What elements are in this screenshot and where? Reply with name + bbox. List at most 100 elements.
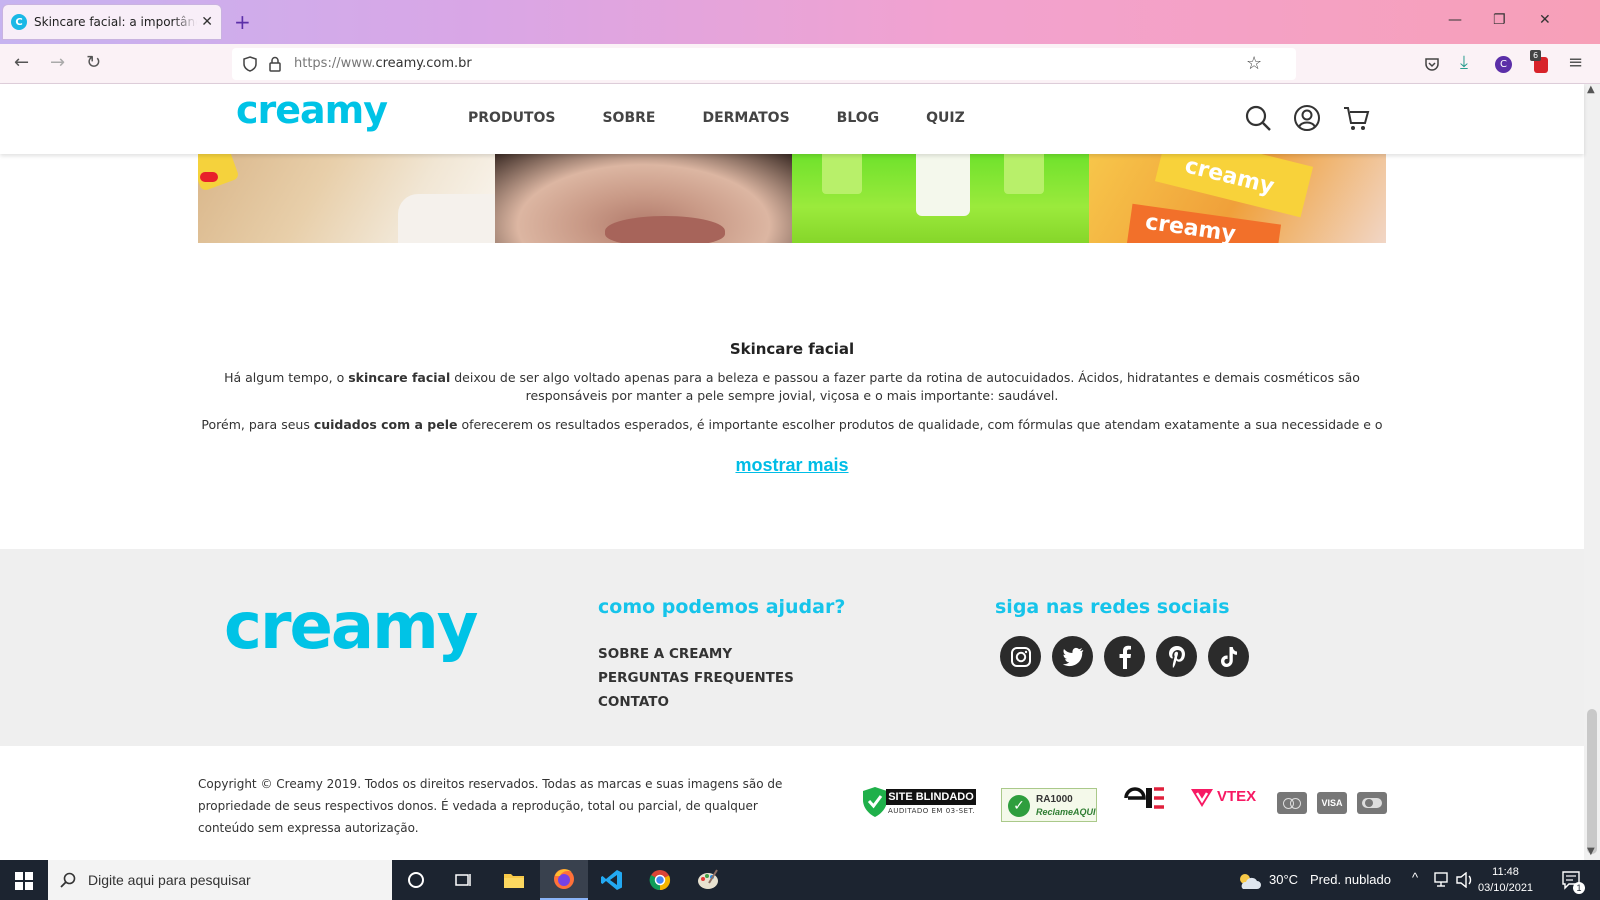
banner-image-lips[interactable] <box>495 154 792 243</box>
clock-date: 03/10/2021 <box>1478 882 1534 894</box>
paint-taskbar-icon[interactable] <box>684 860 732 900</box>
weather-cloud-icon[interactable] <box>1237 872 1261 890</box>
ra1000-seal[interactable]: ✓ RA1000 ReclameAQUI <box>1001 788 1097 822</box>
shield-icon <box>243 56 257 72</box>
banner-image-products[interactable]: creamy creamy <box>1089 154 1386 243</box>
system-clock[interactable]: 11:48 03/10/2021 <box>1478 864 1533 896</box>
volume-icon[interactable] <box>1456 872 1474 888</box>
pocket-icon[interactable] <box>1424 56 1440 72</box>
twitter-icon[interactable] <box>1052 636 1093 677</box>
chrome-taskbar-icon[interactable] <box>636 860 684 900</box>
vtex-text: VTEX <box>1217 788 1257 805</box>
lock-icon <box>269 56 281 72</box>
chevron-up-icon[interactable]: ^ <box>1412 870 1418 885</box>
firefox-taskbar-icon[interactable] <box>540 860 588 900</box>
page-scrollbar[interactable]: ▲ ▼ <box>1584 84 1600 860</box>
menu-item-produtos[interactable]: PRODUTOS <box>468 110 555 126</box>
file-explorer-icon[interactable] <box>490 860 538 900</box>
menu-item-blog[interactable]: BLOG <box>837 110 880 126</box>
weather-text[interactable]: Pred. nublado <box>1310 872 1391 887</box>
extension-badge: 6 <box>1530 50 1541 61</box>
article-section: Skincare facial Há algum tempo, o skinca… <box>198 300 1386 432</box>
seal-text: RA1000 <box>1036 794 1073 805</box>
search-icon <box>60 872 76 888</box>
footer-bottom: Copyright © Creamy 2019. Todos os direit… <box>0 746 1584 860</box>
footer-logo[interactable]: creamy <box>224 590 478 664</box>
check-badge-icon: ✓ <box>1008 795 1030 817</box>
footer-link-faq[interactable]: PERGUNTAS FREQUENTES <box>598 670 794 686</box>
cart-icon[interactable] <box>1342 104 1370 132</box>
taskbar-search[interactable]: Digite aqui para pesquisar <box>48 860 392 900</box>
footer-link-sobre[interactable]: SOBRE A CREAMY <box>598 646 732 662</box>
restore-window-button[interactable]: ❐ <box>1493 12 1506 28</box>
address-bar[interactable]: https://www.creamy.com.br ☆ <box>232 48 1296 80</box>
main-menu: PRODUTOS SOBRE DERMATOS BLOG QUIZ <box>468 110 965 126</box>
tiktok-icon[interactable] <box>1208 636 1249 677</box>
back-arrow-icon[interactable]: ← <box>14 52 29 73</box>
help-heading: como podemos ajudar? <box>598 596 846 618</box>
url-text: https://www.creamy.com.br <box>294 56 472 71</box>
vtex-icon <box>1191 789 1213 807</box>
weather-temp[interactable]: 30°C <box>1269 872 1298 887</box>
visa-icon: VISA <box>1317 792 1347 814</box>
show-more-area: mostrar mais <box>0 455 1584 476</box>
new-tab-button[interactable]: + <box>234 10 251 34</box>
forward-arrow-icon[interactable]: → <box>50 52 65 73</box>
site-blindado-seal[interactable]: SITE BLINDADO AUDITADO EM 03-SET. <box>862 786 976 818</box>
site-favicon-icon: C <box>11 14 27 30</box>
ebit-logo-icon[interactable] <box>1122 786 1168 810</box>
bookmark-star-icon[interactable]: ☆ <box>1246 53 1262 74</box>
article-paragraph-1: Há algum tempo, o skincare facial deixou… <box>224 370 1360 403</box>
show-more-link[interactable]: mostrar mais <box>735 455 848 475</box>
seal-text: ReclameAQUI <box>1036 807 1096 817</box>
instagram-icon[interactable] <box>1000 636 1041 677</box>
card-brand-icon <box>1357 792 1387 814</box>
browser-tab-bar: C Skincare facial: a importância de ✕ + … <box>0 0 1600 44</box>
seal-subtext: AUDITADO EM 03-SET. <box>888 807 976 815</box>
clock-time: 11:48 <box>1492 866 1519 878</box>
browser-nav-bar: ← → ↻ https://www.creamy.com.br ☆ ⤓ C 6 … <box>0 44 1600 84</box>
seal-text: SITE BLINDADO <box>886 789 976 805</box>
user-account-icon[interactable] <box>1293 104 1321 132</box>
search-icon[interactable] <box>1244 104 1272 132</box>
menu-item-dermatos[interactable]: DERMATOS <box>702 110 789 126</box>
search-placeholder: Digite aqui para pesquisar <box>88 872 251 888</box>
task-view-icon[interactable] <box>440 860 488 900</box>
shield-check-icon <box>863 787 887 817</box>
facebook-icon[interactable] <box>1104 636 1145 677</box>
vtex-logo[interactable]: VTEX <box>1190 786 1257 810</box>
menu-item-quiz[interactable]: QUIZ <box>926 110 965 126</box>
reload-icon[interactable]: ↻ <box>86 52 101 73</box>
site-footer: creamy como podemos ajudar? SOBRE A CREA… <box>0 549 1584 746</box>
scroll-down-icon[interactable]: ▼ <box>1587 846 1595 857</box>
download-icon[interactable]: ⤓ <box>1460 52 1468 73</box>
close-tab-icon[interactable]: ✕ <box>201 14 213 30</box>
windows-taskbar: Digite aqui para pesquisar 30°C Pred. nu… <box>0 860 1600 900</box>
mastercard-icon <box>1277 792 1307 814</box>
article-paragraph-2: Porém, para seus cuidados com a pele ofe… <box>201 417 1383 432</box>
cortana-icon[interactable] <box>392 860 440 900</box>
creamy-logo[interactable]: creamy <box>236 88 388 132</box>
article-title: Skincare facial <box>729 340 855 358</box>
scroll-up-icon[interactable]: ▲ <box>1587 84 1595 95</box>
banner-image-hair[interactable] <box>198 154 495 243</box>
tab-title: Skincare facial: a importância de <box>34 15 197 29</box>
social-heading: siga nas redes sociais <box>995 596 1230 618</box>
minimize-window-button[interactable]: — <box>1448 12 1462 28</box>
copyright-text: Copyright © Creamy 2019. Todos os direit… <box>198 777 783 835</box>
menu-item-sobre[interactable]: SOBRE <box>602 110 655 126</box>
browser-tab[interactable]: C Skincare facial: a importância de ✕ <box>2 4 222 40</box>
site-header: creamy PRODUTOS SOBRE DERMATOS BLOG QUIZ <box>0 84 1584 154</box>
extension-c-icon[interactable]: C <box>1495 56 1512 73</box>
menu-hamburger-icon[interactable]: ≡ <box>1568 52 1583 73</box>
pinterest-icon[interactable] <box>1156 636 1197 677</box>
vscode-taskbar-icon[interactable] <box>588 860 636 900</box>
footer-link-contato[interactable]: CONTATO <box>598 694 669 710</box>
banner-image-bottles[interactable] <box>792 154 1089 243</box>
notification-count: 1 <box>1573 882 1585 894</box>
close-window-button[interactable]: ✕ <box>1539 12 1551 28</box>
banner-strip: creamy creamy <box>198 154 1386 243</box>
windows-start-icon[interactable] <box>15 872 33 890</box>
network-icon[interactable] <box>1434 872 1452 888</box>
scrollbar-thumb[interactable] <box>1587 709 1597 854</box>
